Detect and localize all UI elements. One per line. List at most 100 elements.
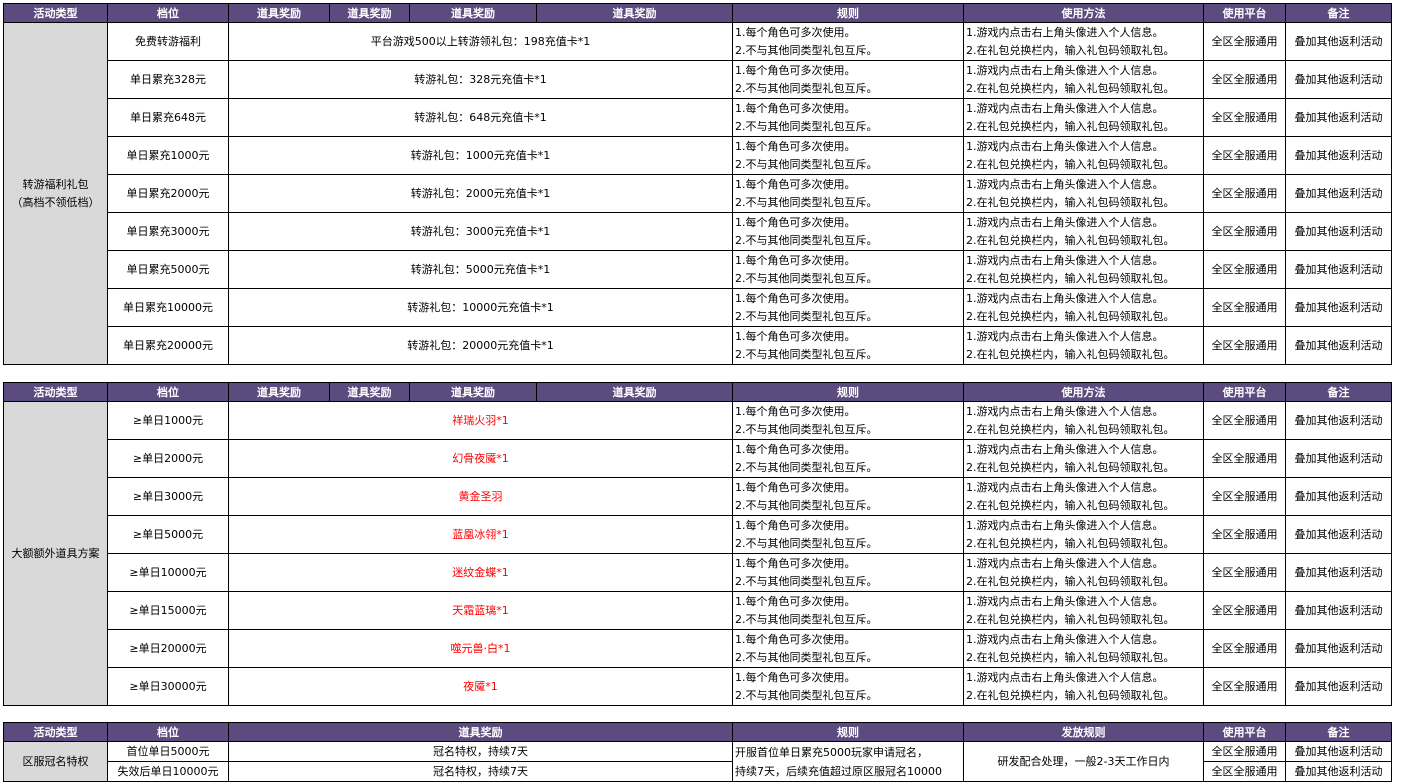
rules-line: 1.每个角色可多次使用。 [735,670,856,684]
reward-cell: 祥瑞火羽*1 [228,401,733,440]
usage-line: 2.在礼包兑换栏内，输入礼包码领取礼包。 [966,157,1175,171]
usage-line: 2.在礼包兑换栏内，输入礼包码领取礼包。 [966,195,1175,209]
header-item-reward: 道具奖励 [409,382,537,402]
rules-cell: 1.每个角色可多次使用。 2.不与其他同类型礼包互斥。 [732,22,964,61]
tier-cell: 首位单日5000元 [107,741,229,762]
rules-line: 1.每个角色可多次使用。 [735,101,856,115]
header-rules: 规则 [732,382,964,402]
note-cell: 叠加其他返利活动 [1285,326,1392,365]
usage-cell: 1.游戏内点击右上角头像进入个人信息。 2.在礼包兑换栏内，输入礼包码领取礼包。 [963,22,1204,61]
rules-line: 1.每个角色可多次使用。 [735,329,856,343]
header-item-reward: 道具奖励 [228,722,733,742]
rules-line: 1.每个角色可多次使用。 [735,139,856,153]
usage-line: 1.游戏内点击右上角头像进入个人信息。 [966,25,1164,39]
reward-cell: 转游礼包：648元充值卡*1 [228,98,733,137]
usage-cell: 1.游戏内点击右上角头像进入个人信息。 2.在礼包兑换栏内，输入礼包码领取礼包。 [963,401,1204,440]
reward-cell: 迷纹金蝶*1 [228,553,733,592]
usage-cell: 1.游戏内点击右上角头像进入个人信息。 2.在礼包兑换栏内，输入礼包码领取礼包。 [963,98,1204,137]
usage-cell: 1.游戏内点击右上角头像进入个人信息。 2.在礼包兑换栏内，输入礼包码领取礼包。 [963,136,1204,175]
section1-table: 活动类型 档位 道具奖励 道具奖励 道具奖励 道具奖励 规则 使用方法 使用平台… [3,3,1392,365]
table-row: 单日累充648元 转游礼包：648元充值卡*1 1.每个角色可多次使用。 2.不与其他… [4,98,1392,137]
platform-cell: 全区全服通用 [1203,667,1286,706]
reward-cell: 转游礼包：10000元充值卡*1 [228,288,733,327]
platform-cell: 全区全服通用 [1203,629,1286,668]
rule-line: 持续7天，后续充值超过原区服冠名10000 [735,764,942,778]
table-row: 单日累充1000元 转游礼包：1000元充值卡*1 1.每个角色可多次使用。 2.不与… [4,136,1392,175]
header-item-reward: 道具奖励 [536,382,733,402]
header-platform: 使用平台 [1203,382,1286,402]
tier-cell: 单日累充648元 [107,98,229,137]
usage-line: 1.游戏内点击右上角头像进入个人信息。 [966,329,1164,343]
note-cell: 叠加其他返利活动 [1285,477,1392,516]
platform-cell: 全区全服通用 [1203,326,1286,365]
reward-cell: 天霜蓝璃*1 [228,591,733,630]
reward-cell: 夜魇*1 [228,667,733,706]
note-cell: 叠加其他返利活动 [1285,553,1392,592]
note-cell: 叠加其他返利活动 [1285,212,1392,251]
category-cell: 转游福利礼包 （高档不领低档） [3,22,108,365]
note-cell: 叠加其他返利活动 [1285,401,1392,440]
reward-cell: 平台游戏500以上转游领礼包：198充值卡*1 [228,22,733,61]
platform-cell: 全区全服通用 [1203,212,1286,251]
table-row: 单日累充10000元 转游礼包：10000元充值卡*1 1.每个角色可多次使用。 2.… [4,288,1392,327]
rules-cell: 1.每个角色可多次使用。 2.不与其他同类型礼包互斥。 [732,401,964,440]
usage-cell: 1.游戏内点击右上角头像进入个人信息。 2.在礼包兑换栏内，输入礼包码领取礼包。 [963,591,1204,630]
category-cell: 大额额外道具方案 [3,401,108,706]
usage-cell: 1.游戏内点击右上角头像进入个人信息。 2.在礼包兑换栏内，输入礼包码领取礼包。 [963,212,1204,251]
platform-cell: 全区全服通用 [1203,477,1286,516]
usage-line: 2.在礼包兑换栏内，输入礼包码领取礼包。 [966,422,1175,436]
rules-line: 2.不与其他同类型礼包互斥。 [735,688,878,702]
usage-cell: 1.游戏内点击右上角头像进入个人信息。 2.在礼包兑换栏内，输入礼包码领取礼包。 [963,60,1204,99]
usage-line: 1.游戏内点击右上角头像进入个人信息。 [966,177,1164,191]
rules-line: 2.不与其他同类型礼包互斥。 [735,43,878,57]
usage-cell: 1.游戏内点击右上角头像进入个人信息。 2.在礼包兑换栏内，输入礼包码领取礼包。 [963,515,1204,554]
platform-cell: 全区全服通用 [1203,250,1286,289]
header-note: 备注 [1285,382,1392,402]
section1-header-row: 活动类型 档位 道具奖励 道具奖励 道具奖励 道具奖励 规则 使用方法 使用平台… [3,3,1392,23]
note-cell: 叠加其他返利活动 [1285,591,1392,630]
section2-table: 活动类型 档位 道具奖励 道具奖励 道具奖励 道具奖励 规则 使用方法 使用平台… [3,382,1392,706]
distribution-cell: 研发配合处理，一般2-3天工作日内 [963,741,1204,782]
tier-cell: ≥单日2000元 [107,439,229,478]
header-item-reward: 道具奖励 [228,382,330,402]
section2-header-row: 活动类型 档位 道具奖励 道具奖励 道具奖励 道具奖励 规则 使用方法 使用平台… [3,382,1392,402]
usage-line: 1.游戏内点击右上角头像进入个人信息。 [966,480,1164,494]
table-row: ≥单日30000元 夜魇*1 1.每个角色可多次使用。 2.不与其他同类型礼包互斥。 1… [4,667,1392,706]
header-rules: 规则 [732,3,964,23]
rules-cell: 1.每个角色可多次使用。 2.不与其他同类型礼包互斥。 [732,60,964,99]
header-usage: 使用方法 [963,3,1204,23]
tier-cell: ≥单日5000元 [107,515,229,554]
rules-line: 2.不与其他同类型礼包互斥。 [735,650,878,664]
rules-line: 1.每个角色可多次使用。 [735,404,856,418]
header-item-reward: 道具奖励 [536,3,733,23]
reward-cell: 转游礼包：1000元充值卡*1 [228,136,733,175]
rules-line: 2.不与其他同类型礼包互斥。 [735,574,878,588]
usage-line: 2.在礼包兑换栏内，输入礼包码领取礼包。 [966,233,1175,247]
rules-line: 2.不与其他同类型礼包互斥。 [735,309,878,323]
rules-cell: 开服首位单日累充5000玩家申请冠名， 持续7天，后续充值超过原区服冠名10000 [732,741,964,782]
header-platform: 使用平台 [1203,722,1286,742]
tier-cell: ≥单日15000元 [107,591,229,630]
tier-cell: 免费转游福利 [107,22,229,61]
rules-line: 2.不与其他同类型礼包互斥。 [735,233,878,247]
rule-line: 开服首位单日累充5000玩家申请冠名， [735,745,928,759]
table-row: 单日累充328元 转游礼包：328元充值卡*1 1.每个角色可多次使用。 2.不与其他… [4,60,1392,99]
tier-cell: 单日累充3000元 [107,212,229,251]
platform-cell: 全区全服通用 [1203,401,1286,440]
category-line: 转游福利礼包 [22,177,89,191]
usage-cell: 1.游戏内点击右上角头像进入个人信息。 2.在礼包兑换栏内，输入礼包码领取礼包。 [963,288,1204,327]
header-usage: 使用方法 [963,382,1204,402]
usage-cell: 1.游戏内点击右上角头像进入个人信息。 2.在礼包兑换栏内，输入礼包码领取礼包。 [963,250,1204,289]
usage-cell: 1.游戏内点击右上角头像进入个人信息。 2.在礼包兑换栏内，输入礼包码领取礼包。 [963,629,1204,668]
reward-cell: 转游礼包：20000元充值卡*1 [228,326,733,365]
tier-cell: 单日累充10000元 [107,288,229,327]
usage-line: 2.在礼包兑换栏内，输入礼包码领取礼包。 [966,574,1175,588]
platform-cell: 全区全服通用 [1203,553,1286,592]
rules-cell: 1.每个角色可多次使用。 2.不与其他同类型礼包互斥。 [732,98,964,137]
usage-line: 1.游戏内点击右上角头像进入个人信息。 [966,63,1164,77]
rules-line: 1.每个角色可多次使用。 [735,480,856,494]
note-cell: 叠加其他返利活动 [1285,667,1392,706]
note-cell: 叠加其他返利活动 [1285,439,1392,478]
rules-line: 2.不与其他同类型礼包互斥。 [735,347,878,361]
usage-line: 2.在礼包兑换栏内，输入礼包码领取礼包。 [966,612,1175,626]
